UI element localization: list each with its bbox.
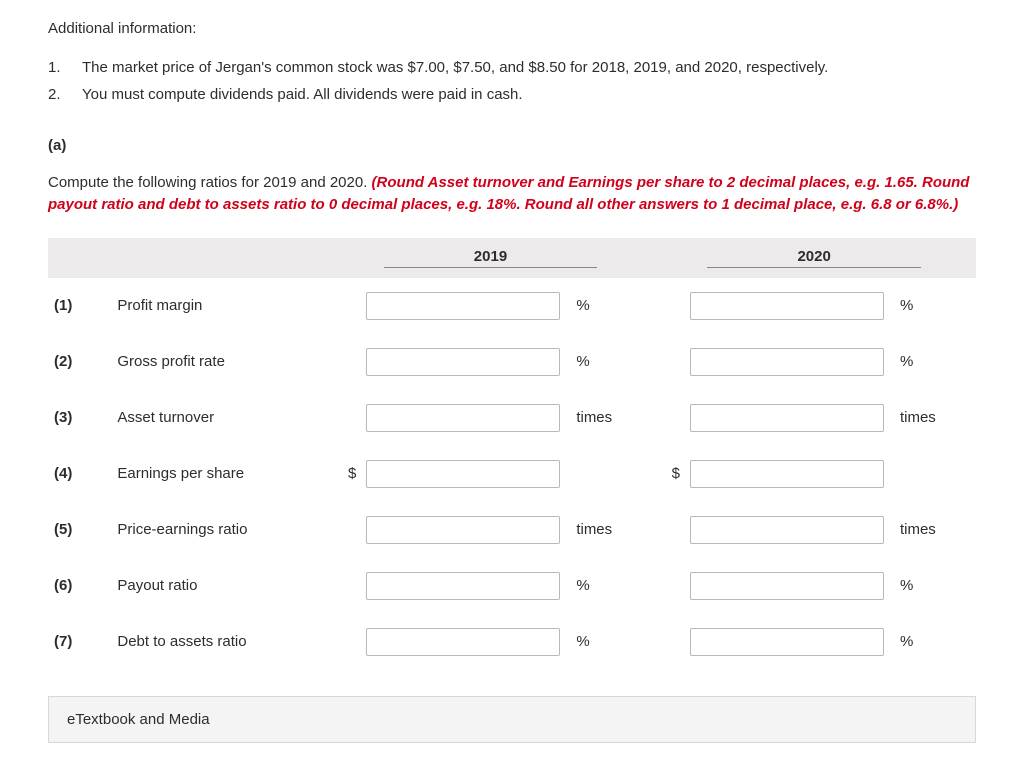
ratio-input-1-2020[interactable]	[690, 292, 884, 320]
unit-label	[566, 446, 652, 502]
instructions: Compute the following ratios for 2019 an…	[48, 172, 976, 216]
ratios-table: 2019 2020 (1)Profit margin%%(2)Gross pro…	[48, 238, 976, 670]
row-label: Profit margin	[111, 278, 328, 334]
currency-prefix	[652, 614, 684, 670]
currency-prefix	[652, 390, 684, 446]
currency-prefix	[652, 334, 684, 390]
info-item-text: The market price of Jergan's common stoc…	[82, 59, 828, 76]
row-number: (5)	[48, 502, 111, 558]
unit-label: %	[566, 278, 652, 334]
row-number: (7)	[48, 614, 111, 670]
unit-label: %	[890, 614, 976, 670]
ratio-input-5-2019[interactable]	[366, 516, 560, 544]
currency-prefix: $	[652, 446, 684, 502]
ratio-input-5-2020[interactable]	[690, 516, 884, 544]
info-item-number: 2.	[48, 86, 82, 103]
currency-prefix	[652, 278, 684, 334]
table-row: (2)Gross profit rate%%	[48, 334, 976, 390]
ratio-input-3-2019[interactable]	[366, 404, 560, 432]
currency-prefix	[329, 278, 361, 334]
currency-prefix	[329, 334, 361, 390]
additional-info-heading: Additional information:	[48, 20, 976, 37]
currency-prefix	[329, 558, 361, 614]
info-item: 2.You must compute dividends paid. All d…	[48, 86, 976, 103]
ratio-input-7-2019[interactable]	[366, 628, 560, 656]
row-number: (3)	[48, 390, 111, 446]
ratio-input-4-2020[interactable]	[690, 460, 884, 488]
info-item-text: You must compute dividends paid. All div…	[82, 86, 523, 103]
column-header-year2: 2020	[652, 238, 976, 278]
ratio-input-2-2020[interactable]	[690, 348, 884, 376]
table-row: (7)Debt to assets ratio%%	[48, 614, 976, 670]
ratio-input-4-2019[interactable]	[366, 460, 560, 488]
row-label: Price-earnings ratio	[111, 502, 328, 558]
row-number: (4)	[48, 446, 111, 502]
row-number: (2)	[48, 334, 111, 390]
etextbook-media-button[interactable]: eTextbook and Media	[48, 696, 976, 743]
unit-label: %	[890, 334, 976, 390]
instructions-plain: Compute the following ratios for 2019 an…	[48, 174, 372, 191]
unit-label: times	[890, 390, 976, 446]
ratio-input-1-2019[interactable]	[366, 292, 560, 320]
currency-prefix	[329, 502, 361, 558]
unit-label: %	[890, 278, 976, 334]
currency-prefix: $	[329, 446, 361, 502]
currency-prefix	[329, 390, 361, 446]
unit-label: %	[566, 614, 652, 670]
unit-label: %	[566, 558, 652, 614]
row-label: Debt to assets ratio	[111, 614, 328, 670]
row-label: Payout ratio	[111, 558, 328, 614]
table-row: (1)Profit margin%%	[48, 278, 976, 334]
currency-prefix	[329, 614, 361, 670]
info-item: 1.The market price of Jergan's common st…	[48, 59, 976, 76]
info-item-number: 1.	[48, 59, 82, 76]
ratio-input-2-2019[interactable]	[366, 348, 560, 376]
unit-label: times	[566, 502, 652, 558]
column-header-year1: 2019	[329, 238, 653, 278]
unit-label	[890, 446, 976, 502]
currency-prefix	[652, 502, 684, 558]
table-row: (4)Earnings per share$$	[48, 446, 976, 502]
table-row: (6)Payout ratio%%	[48, 558, 976, 614]
ratio-input-6-2019[interactable]	[366, 572, 560, 600]
ratio-input-7-2020[interactable]	[690, 628, 884, 656]
row-number: (1)	[48, 278, 111, 334]
ratio-input-3-2020[interactable]	[690, 404, 884, 432]
currency-prefix	[652, 558, 684, 614]
row-label: Earnings per share	[111, 446, 328, 502]
unit-label: %	[890, 558, 976, 614]
row-label: Asset turnover	[111, 390, 328, 446]
additional-info-list: 1.The market price of Jergan's common st…	[48, 59, 976, 103]
table-row: (5)Price-earnings ratio times times	[48, 502, 976, 558]
row-number: (6)	[48, 558, 111, 614]
ratio-input-6-2020[interactable]	[690, 572, 884, 600]
unit-label: times	[566, 390, 652, 446]
part-label: (a)	[48, 137, 976, 154]
unit-label: %	[566, 334, 652, 390]
row-label: Gross profit rate	[111, 334, 328, 390]
unit-label: times	[890, 502, 976, 558]
table-row: (3)Asset turnover times times	[48, 390, 976, 446]
